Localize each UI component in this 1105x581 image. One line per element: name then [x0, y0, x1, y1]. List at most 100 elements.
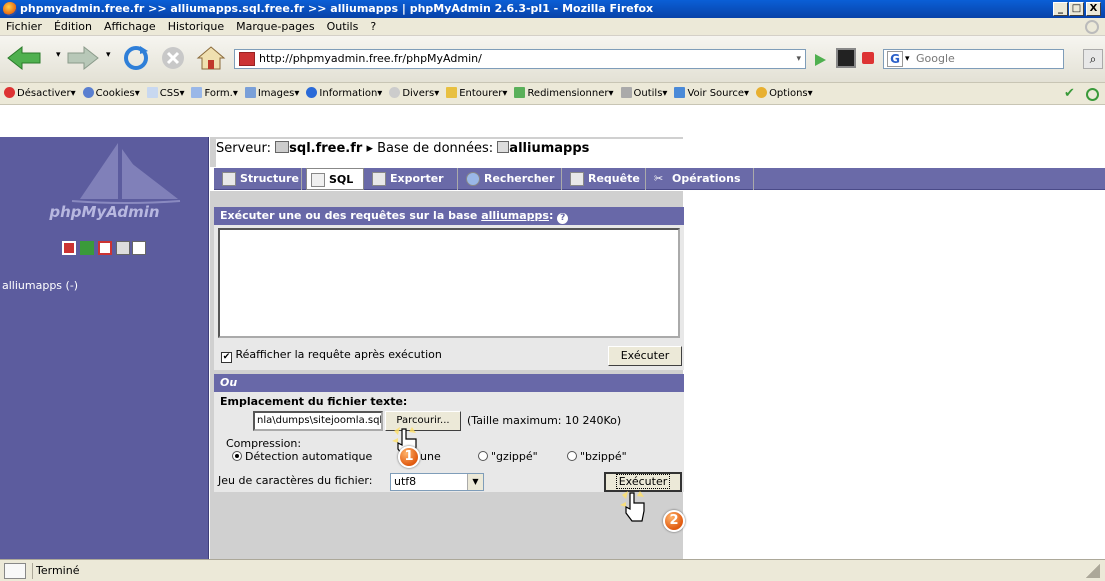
firefox-icon: [3, 2, 17, 16]
tab-exporter[interactable]: Exporter: [368, 168, 458, 190]
compression-options: Détection automatique: [232, 450, 372, 463]
navigation-toolbar: ▾ ▾ http://phpmyadmin.free.fr/phpMyAdmin…: [0, 36, 1105, 83]
breadcrumb: Serveur: sql.free.fr ▸ Base de données: …: [216, 139, 1105, 167]
tools-icon: [620, 87, 632, 98]
menu-bar: Fichier Édition Affichage Historique Marque-…: [0, 18, 1105, 36]
ext-form[interactable]: Form.▾: [191, 83, 238, 105]
menu-outils[interactable]: Outils: [321, 18, 365, 36]
resize-icon: [514, 87, 526, 98]
tab-operations[interactable]: ✂ Opérations: [650, 168, 754, 190]
ext-cookies[interactable]: Cookies▾: [82, 83, 140, 105]
docs-icon[interactable]: [116, 241, 130, 255]
sql-query-textarea[interactable]: [218, 228, 680, 338]
home-icon[interactable]: [62, 241, 76, 255]
outline-icon: [446, 87, 458, 98]
menu-affichage[interactable]: Affichage: [98, 18, 162, 36]
file-path-input[interactable]: nla\dumps\sitejoomla.sql: [253, 411, 383, 431]
structure-icon: [222, 172, 236, 186]
options-icon: [756, 87, 768, 98]
form-icon: [191, 87, 203, 98]
reload-icon[interactable]: [122, 45, 150, 71]
ext-redimensionner[interactable]: Redimensionner▾: [514, 83, 614, 105]
tab-structure[interactable]: Structure: [218, 168, 302, 190]
sql-run-button[interactable]: Exécuter: [608, 346, 682, 366]
search-icon[interactable]: ⌕: [1083, 49, 1103, 69]
ext-divers[interactable]: Divers▾: [389, 83, 439, 105]
compression-none[interactable]: une: [420, 450, 441, 463]
maximize-button[interactable]: □: [1069, 2, 1084, 16]
ext-options[interactable]: Options▾: [756, 83, 813, 105]
search-box[interactable]: G ▾ Google: [883, 49, 1064, 69]
tab-sql[interactable]: SQL: [306, 168, 364, 190]
back-dropdown-icon[interactable]: ▾: [56, 50, 61, 60]
url-bar[interactable]: http://phpmyadmin.free.fr/phpMyAdmin/ ▾: [234, 49, 806, 69]
db-link[interactable]: alliumapps (-): [2, 279, 78, 292]
radio-bzip[interactable]: [567, 451, 577, 461]
sql-query-icon[interactable]: [98, 241, 112, 255]
menu-historique[interactable]: Historique: [162, 18, 230, 36]
search-placeholder: Google: [916, 52, 955, 65]
sql-doc-icon[interactable]: [132, 241, 146, 255]
pma-sidebar: phpMyAdmin alliumapps (-): [0, 137, 209, 559]
image-icon: [244, 87, 256, 98]
charset-select[interactable]: utf8 ▼: [390, 473, 484, 491]
status-icon[interactable]: [4, 563, 26, 579]
select-arrow-icon[interactable]: ▼: [467, 474, 483, 490]
help-icon[interactable]: ?: [557, 213, 569, 224]
menu-edition[interactable]: Édition: [48, 18, 98, 36]
close-button[interactable]: X: [1086, 2, 1101, 16]
home-icon[interactable]: [196, 45, 226, 71]
reshow-query-row: ✔ Réafficher la requête après exécution: [221, 348, 442, 363]
db-link[interactable]: alliumapps: [509, 141, 589, 156]
forward-dropdown-icon[interactable]: ▾: [106, 50, 111, 60]
radio-auto[interactable]: [232, 451, 242, 461]
go-icon[interactable]: [812, 52, 828, 68]
ext-voir-source[interactable]: Voir Source▾: [674, 83, 749, 105]
stop-icon[interactable]: [160, 45, 186, 71]
query-icon: [570, 172, 584, 186]
minimize-button[interactable]: _: [1053, 2, 1068, 16]
step-2-badge: 2: [663, 510, 685, 532]
breadcrumb-sep: ▸: [366, 141, 373, 156]
radio-gzip[interactable]: [478, 451, 488, 461]
tools-icon: ✂: [654, 172, 664, 185]
ext-entourer[interactable]: Entourer▾: [446, 83, 507, 105]
compression-bzip[interactable]: "bzippé": [567, 450, 627, 463]
ext-images[interactable]: Images▾: [244, 83, 299, 105]
db-label: Base de données:: [377, 141, 494, 156]
misc-icon: [389, 87, 401, 98]
sailboat-logo-icon: [71, 143, 181, 204]
max-size-text: (Taille maximum: 10 240Ko): [467, 414, 622, 427]
tab-requete[interactable]: Requête: [566, 168, 646, 190]
back-icon[interactable]: [6, 45, 46, 71]
ext-css[interactable]: CSS▾: [146, 83, 184, 105]
db-header-link[interactable]: alliumapps: [481, 209, 549, 222]
url-dropdown-icon[interactable]: ▾: [796, 50, 801, 68]
status-ok-icon: [1086, 88, 1099, 101]
step-1-badge: 1: [398, 446, 420, 468]
compression-gzip[interactable]: "gzippé": [478, 450, 538, 463]
forward-icon[interactable]: [66, 45, 100, 71]
compression-auto[interactable]: Détection automatique: [232, 450, 372, 463]
exit-icon[interactable]: [80, 241, 94, 255]
ext-outils[interactable]: Outils▾: [620, 83, 667, 105]
adblock-icon[interactable]: [862, 52, 874, 64]
server-link[interactable]: sql.free.fr: [289, 141, 362, 156]
hand-cursor-icon: [620, 491, 645, 522]
phpmyadmin-logo[interactable]: phpMyAdmin: [0, 203, 209, 221]
tab-rechercher[interactable]: Rechercher: [462, 168, 562, 190]
webdev-toolbar: Désactiver▾ Cookies▾ CSS▾ Form.▾ Images▾ Info…: [0, 83, 1105, 105]
menu-marque-pages[interactable]: Marque-pages: [230, 18, 320, 36]
ext-desactiver[interactable]: Désactiver▾: [4, 83, 76, 105]
search-engine-dropdown-icon[interactable]: ▾: [905, 50, 910, 68]
menu-help[interactable]: ?: [364, 18, 382, 36]
server-label: Serveur:: [216, 141, 272, 156]
check-icon: ✔: [1064, 86, 1075, 101]
google-icon[interactable]: G: [887, 51, 903, 67]
extension-icon[interactable]: [836, 48, 856, 68]
resize-grip-icon[interactable]: [1086, 564, 1100, 578]
status-text: Terminé: [36, 564, 80, 577]
menu-fichier[interactable]: Fichier: [0, 18, 48, 36]
ext-information[interactable]: Information▾: [306, 83, 382, 105]
reshow-checkbox[interactable]: ✔: [221, 352, 232, 363]
